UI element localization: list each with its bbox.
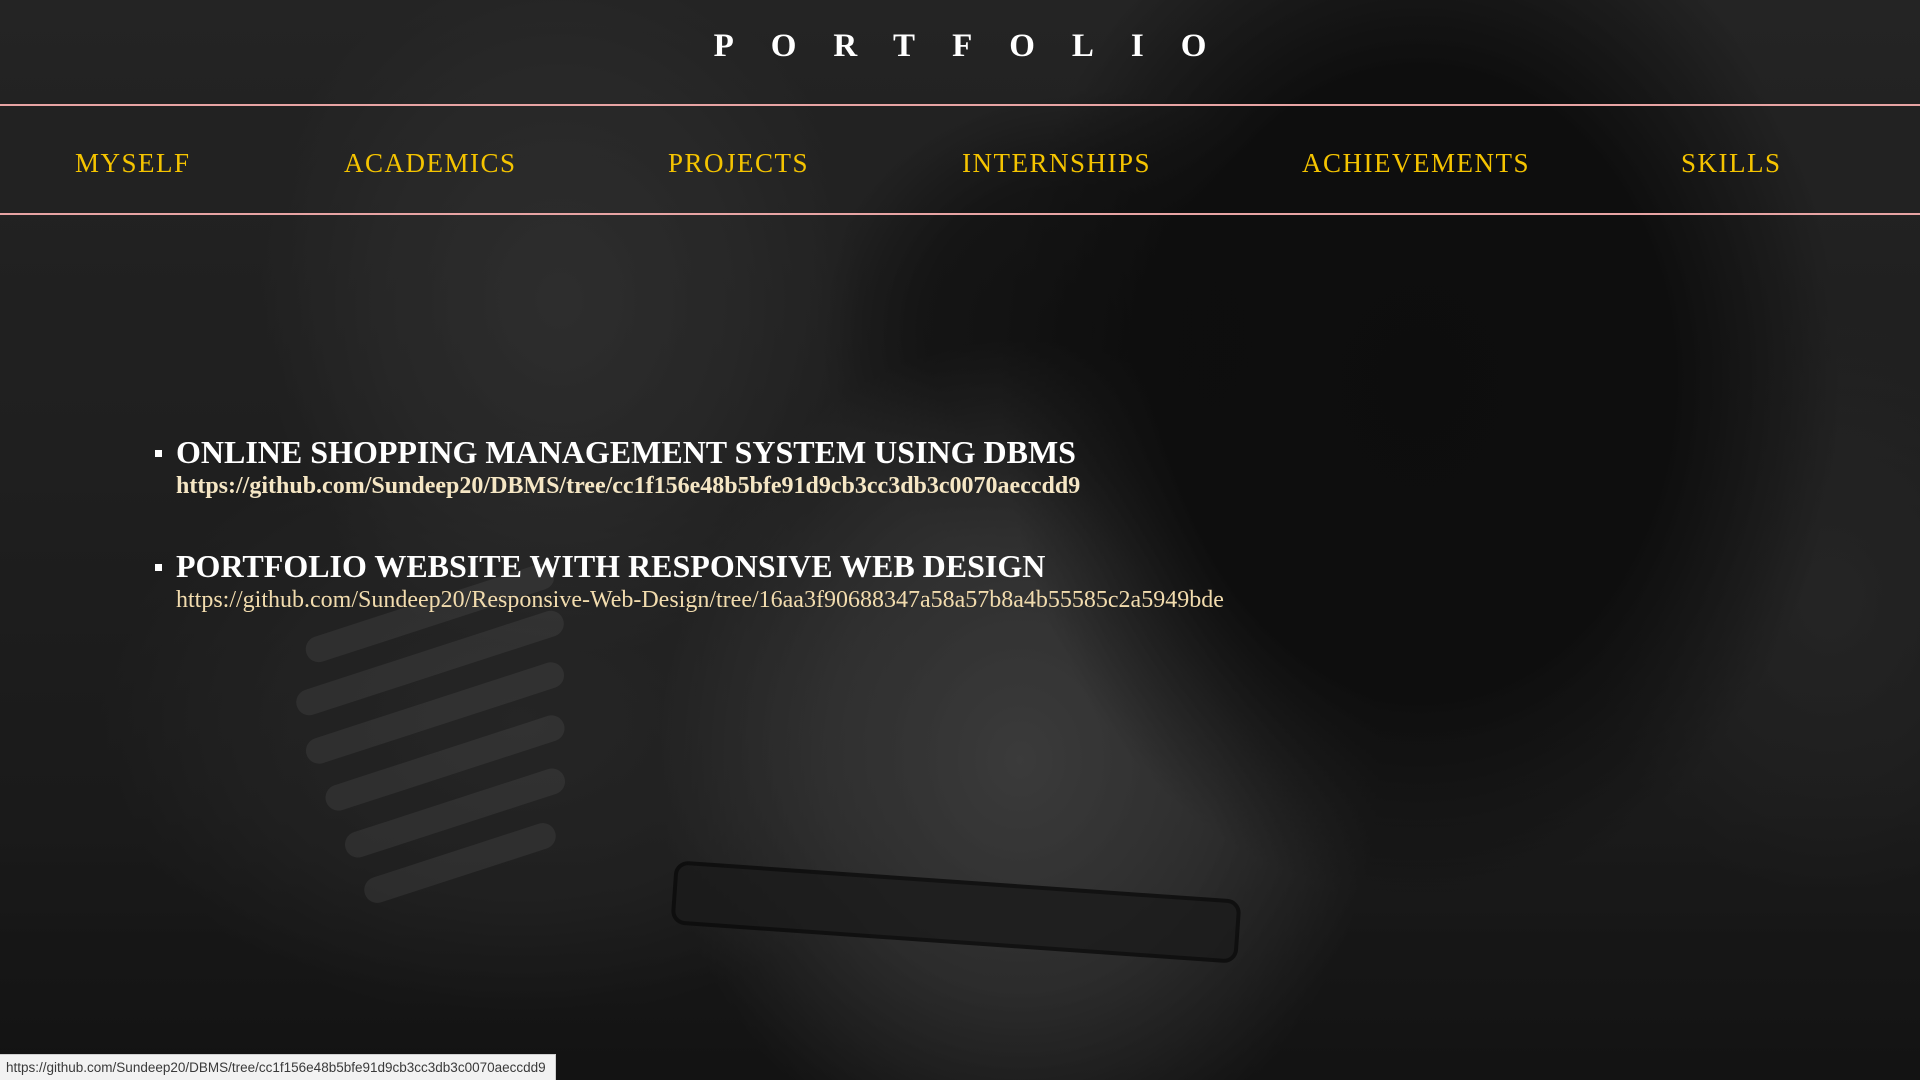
project-link[interactable]: https://github.com/Sundeep20/Responsive-…	[176, 586, 1655, 614]
project-item: ONLINE SHOPPING MANAGEMENT SYSTEM USING …	[155, 432, 1655, 500]
nav-item-internships[interactable]: INTERNSHIPS	[962, 148, 1151, 179]
nav-item-academics[interactable]: ACADEMICS	[344, 148, 517, 179]
site-title: PORTFOLIO	[713, 28, 1244, 64]
nav-divider-bottom	[0, 213, 1920, 215]
browser-status-url: https://github.com/Sundeep20/DBMS/tree/c…	[0, 1054, 556, 1080]
nav-item-achievements[interactable]: ACHIEVEMENTS	[1302, 148, 1530, 179]
projects-list: ONLINE SHOPPING MANAGEMENT SYSTEM USING …	[155, 432, 1655, 660]
list-bullet	[155, 564, 162, 571]
project-link[interactable]: https://github.com/Sundeep20/DBMS/tree/c…	[176, 472, 1655, 500]
nav-item-myself[interactable]: MYSELF	[75, 148, 191, 179]
list-bullet	[155, 450, 162, 457]
nav-item-skills[interactable]: SKILLS	[1681, 148, 1782, 179]
project-item: PORTFOLIO WEBSITE WITH RESPONSIVE WEB DE…	[155, 546, 1655, 614]
main-nav: MYSELF ACADEMICS PROJECTS INTERNSHIPS AC…	[0, 105, 1920, 213]
nav-item-projects[interactable]: PROJECTS	[668, 148, 809, 179]
project-title: ONLINE SHOPPING MANAGEMENT SYSTEM USING …	[176, 434, 1076, 470]
project-title: PORTFOLIO WEBSITE WITH RESPONSIVE WEB DE…	[176, 548, 1046, 584]
